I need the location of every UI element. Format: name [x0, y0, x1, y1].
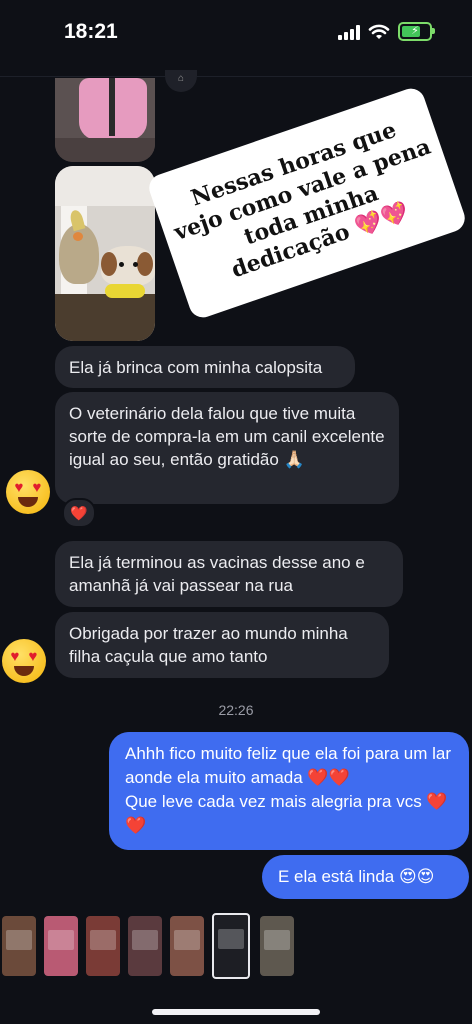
cockatiel-image	[59, 208, 99, 284]
message-timestamp: 22:26	[218, 702, 254, 718]
story-thumbnail[interactable]	[86, 916, 120, 976]
reply-icon[interactable]: ⌂	[165, 70, 197, 92]
received-message[interactable]: Ela já brinca com minha calopsita	[55, 346, 355, 388]
heart-reaction-icon[interactable]: ❤️	[62, 498, 96, 528]
story-thumbnail[interactable]	[2, 916, 36, 976]
cellular-signal-icon	[338, 24, 360, 40]
received-message[interactable]: Obrigada por trazer ao mundo minha filha…	[55, 612, 389, 678]
sent-message[interactable]: Ahhh fico muito feliz que ela foi para u…	[109, 732, 469, 850]
story-thumbnail-strip	[0, 913, 472, 979]
status-bar: 18:21 ⚡	[0, 0, 472, 66]
story-thumbnail[interactable]	[212, 913, 250, 979]
sent-message-line: Que leve cada vez mais alegria pra vcs ❤…	[125, 792, 448, 835]
sent-message-line: Ahhh fico muito feliz que ela foi para u…	[125, 744, 452, 787]
received-message[interactable]: O veterinário dela falou que tive muita …	[55, 392, 399, 504]
home-indicator[interactable]	[152, 1009, 320, 1015]
story-thumbnail[interactable]	[260, 916, 294, 976]
status-time: 18:21	[64, 20, 118, 43]
shared-photo-dog-and-cockatiel[interactable]	[55, 166, 155, 341]
overlay-caption-sticker: Nessas horas que vejo como vale a pena t…	[145, 84, 469, 322]
heart-eyes-emoji-icon: ♥ ♥	[6, 470, 50, 514]
header-divider	[0, 76, 472, 77]
status-icons: ⚡	[338, 22, 435, 41]
story-thumbnail[interactable]	[170, 916, 204, 976]
wifi-icon	[368, 24, 390, 39]
heart-eyes-emoji-icon: ♥ ♥	[2, 639, 46, 683]
sent-message[interactable]: E ela está linda 😍😍	[262, 855, 469, 899]
received-message[interactable]: Ela já terminou as vacinas desse ano e a…	[55, 541, 403, 607]
battery-charging-icon: ⚡	[398, 22, 435, 41]
puppy-image	[101, 246, 155, 286]
story-thumbnail[interactable]	[44, 916, 78, 976]
overlay-caption-text: Nessas horas que vejo como vale a pena t…	[170, 116, 435, 284]
story-thumbnail[interactable]	[128, 916, 162, 976]
shared-photo-pink-outfit[interactable]	[55, 78, 155, 162]
